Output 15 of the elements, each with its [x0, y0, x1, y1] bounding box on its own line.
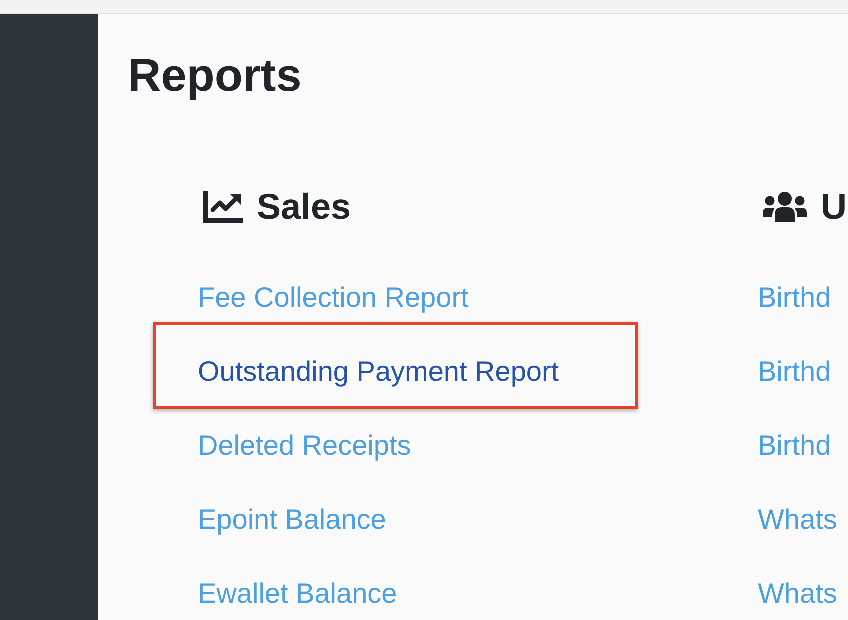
report-link[interactable]: Fee Collection Report [198, 281, 469, 316]
report-link[interactable]: Whats [758, 577, 838, 612]
section-heading: Sales [257, 185, 352, 228]
report-link[interactable]: Birthd [758, 281, 832, 316]
section-heading: U [821, 185, 847, 228]
users-icon [763, 192, 807, 222]
line-chart-icon [203, 190, 243, 223]
report-link[interactable]: Deleted Receipts [198, 429, 412, 464]
report-link[interactable]: Birthd [758, 355, 832, 390]
report-link[interactable]: Whats [758, 503, 838, 538]
report-link[interactable]: Ewallet Balance [198, 577, 398, 612]
report-link[interactable]: Epoint Balance [198, 503, 386, 538]
report-link[interactable]: Birthd [758, 429, 832, 464]
report-link[interactable]: Outstanding Payment Report [198, 355, 560, 390]
page-title: Reports [128, 48, 303, 103]
